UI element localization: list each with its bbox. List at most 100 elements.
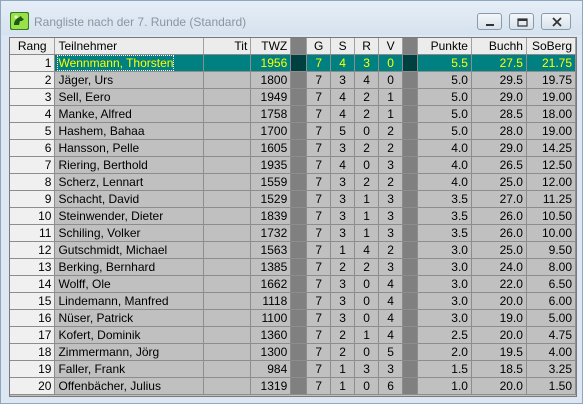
table-cell-g[interactable]: 7 <box>306 122 332 140</box>
table-cell-name[interactable]: Sell, Eero <box>54 88 205 106</box>
table-cell-v[interactable]: 4 <box>378 292 404 310</box>
table-cell-r[interactable]: 1 <box>354 207 380 225</box>
table-cell-s[interactable]: 3 <box>330 190 356 208</box>
table-cell-v[interactable]: 6 <box>378 377 404 395</box>
table-cell-points[interactable]: 5.0 <box>417 71 472 89</box>
table-cell-buchh[interactable]: 26.5 <box>471 156 527 174</box>
table-cell-soberg[interactable]: 19.00 <box>526 88 576 106</box>
table-cell-v[interactable]: 3 <box>378 258 404 276</box>
table-cell-points[interactable]: 5.0 <box>417 105 472 123</box>
table-row[interactable]: 16 Nüser, Patrick 1100 7 3 0 4 3.0 19.0 5.00 <box>10 309 576 327</box>
table-cell-twz[interactable]: 1360 <box>250 326 292 344</box>
table-cell-buchh[interactable]: 22.0 <box>471 275 527 293</box>
table-cell-g[interactable]: 7 <box>306 139 332 157</box>
table-cell-twz[interactable]: 1563 <box>250 241 292 259</box>
table-cell-g[interactable]: 7 <box>306 343 332 361</box>
table-cell-s[interactable]: 3 <box>330 292 356 310</box>
table-cell-name[interactable]: Jäger, Urs <box>54 71 205 89</box>
table-cell-v[interactable]: 0 <box>378 54 404 72</box>
table-cell-r[interactable]: 3 <box>354 360 380 378</box>
table-cell-twz[interactable]: 1758 <box>250 105 292 123</box>
table-cell-v[interactable]: 2 <box>378 173 404 191</box>
table-cell-name[interactable]: Gutschmidt, Michael <box>54 241 205 259</box>
table-cell-r[interactable]: 3 <box>354 54 380 72</box>
table-cell-tit[interactable] <box>203 309 252 327</box>
table-cell-buchh[interactable]: 20.0 <box>471 377 527 395</box>
header-twz[interactable]: TWZ <box>250 38 292 55</box>
table-cell-twz[interactable]: 1300 <box>250 343 292 361</box>
table-cell-soberg[interactable]: 12.00 <box>526 173 576 191</box>
table-cell-s[interactable]: 3 <box>330 207 356 225</box>
table-cell-points[interactable]: 4.0 <box>417 156 472 174</box>
table-cell-tit[interactable] <box>203 360 252 378</box>
table-cell-v[interactable]: 5 <box>378 343 404 361</box>
table-cell-rank[interactable]: 8 <box>10 173 56 191</box>
table-cell-s[interactable]: 4 <box>330 54 356 72</box>
table-cell-soberg[interactable]: 18.00 <box>526 105 576 123</box>
table-cell-v[interactable]: 3 <box>378 224 404 242</box>
table-cell-s[interactable]: 1 <box>330 360 356 378</box>
table-cell-buchh[interactable]: 27.0 <box>471 190 527 208</box>
table-cell-name[interactable]: Kofert, Dominik <box>54 326 205 344</box>
table-cell-buchh[interactable]: 29.0 <box>471 88 527 106</box>
table-cell-r[interactable]: 4 <box>354 71 380 89</box>
table-cell-g[interactable]: 7 <box>306 207 332 225</box>
table-cell-soberg[interactable]: 10.00 <box>526 224 576 242</box>
table-cell-name[interactable]: Scherz, Lennart <box>54 173 205 191</box>
table-cell-twz[interactable]: 1839 <box>250 207 292 225</box>
table-row[interactable]: 3 Sell, Eero 1949 7 4 2 1 5.0 29.0 19.00 <box>10 88 576 106</box>
table-cell-s[interactable]: 2 <box>330 258 356 276</box>
table-cell-buchh[interactable]: 20.0 <box>471 292 527 310</box>
table-cell-tit[interactable] <box>203 156 252 174</box>
table-cell-points[interactable]: 2.0 <box>417 343 472 361</box>
table-cell-r[interactable]: 4 <box>354 241 380 259</box>
table-cell-soberg[interactable]: 12.50 <box>526 156 576 174</box>
table-cell-rank[interactable]: 4 <box>10 105 56 123</box>
table-cell-rank[interactable]: 17 <box>10 326 56 344</box>
table-cell-tit[interactable] <box>203 88 252 106</box>
table-cell-g[interactable]: 7 <box>306 360 332 378</box>
table-cell-buchh[interactable]: 28.0 <box>471 122 527 140</box>
table-row[interactable]: 6 Hansson, Pelle 1605 7 3 2 2 4.0 29.0 14.25 <box>10 139 576 157</box>
table-cell-buchh[interactable]: 20.0 <box>471 326 527 344</box>
header-name[interactable]: Teilnehmer <box>54 38 205 55</box>
table-cell-r[interactable]: 1 <box>354 224 380 242</box>
table-cell-buchh[interactable]: 26.0 <box>471 224 527 242</box>
table-cell-soberg[interactable]: 8.00 <box>526 258 576 276</box>
table-cell-buchh[interactable]: 29.5 <box>471 71 527 89</box>
table-cell-points[interactable]: 3.0 <box>417 292 472 310</box>
table-cell-tit[interactable] <box>203 275 252 293</box>
title-bar[interactable]: Rangliste nach der 7. Runde (Standard) <box>1 1 582 35</box>
table-cell-tit[interactable] <box>203 224 252 242</box>
table-cell-rank[interactable]: 1 <box>10 54 56 72</box>
table-row[interactable]: 1 Wennmann, Thorsten 1956 7 4 3 0 5.5 27.5 21.75 <box>10 54 576 72</box>
minimize-button[interactable] <box>477 13 502 30</box>
table-cell-points[interactable]: 3.5 <box>417 190 472 208</box>
table-cell-soberg[interactable]: 3.25 <box>526 360 576 378</box>
table-cell-r[interactable]: 2 <box>354 105 380 123</box>
table-cell-twz[interactable]: 984 <box>250 360 292 378</box>
table-cell-s[interactable]: 3 <box>330 71 356 89</box>
header-points[interactable]: Punkte <box>417 38 472 55</box>
table-cell-twz[interactable]: 1935 <box>250 156 292 174</box>
table-cell-r[interactable]: 0 <box>354 292 380 310</box>
table-cell-soberg[interactable]: 10.50 <box>526 207 576 225</box>
table-cell-name[interactable]: Wennmann, Thorsten <box>54 54 205 72</box>
table-cell-soberg[interactable]: 5.00 <box>526 309 576 327</box>
table-cell-buchh[interactable]: 26.0 <box>471 207 527 225</box>
table-cell-s[interactable]: 3 <box>330 224 356 242</box>
table-cell-name[interactable]: Offenbächer, Julius <box>54 377 205 395</box>
table-cell-v[interactable]: 4 <box>378 309 404 327</box>
table-cell-tit[interactable] <box>203 54 252 72</box>
table-cell-points[interactable]: 5.5 <box>417 54 472 72</box>
table-cell-buchh[interactable]: 19.0 <box>471 309 527 327</box>
table-cell-r[interactable]: 2 <box>354 173 380 191</box>
table-cell-name[interactable]: Steinwender, Dieter <box>54 207 205 225</box>
table-cell-tit[interactable] <box>203 241 252 259</box>
table-cell-points[interactable]: 1.5 <box>417 360 472 378</box>
table-cell-s[interactable]: 3 <box>330 275 356 293</box>
table-cell-points[interactable]: 3.0 <box>417 241 472 259</box>
table-cell-g[interactable]: 7 <box>306 377 332 395</box>
table-cell-s[interactable]: 2 <box>330 326 356 344</box>
table-cell-twz[interactable]: 1700 <box>250 122 292 140</box>
